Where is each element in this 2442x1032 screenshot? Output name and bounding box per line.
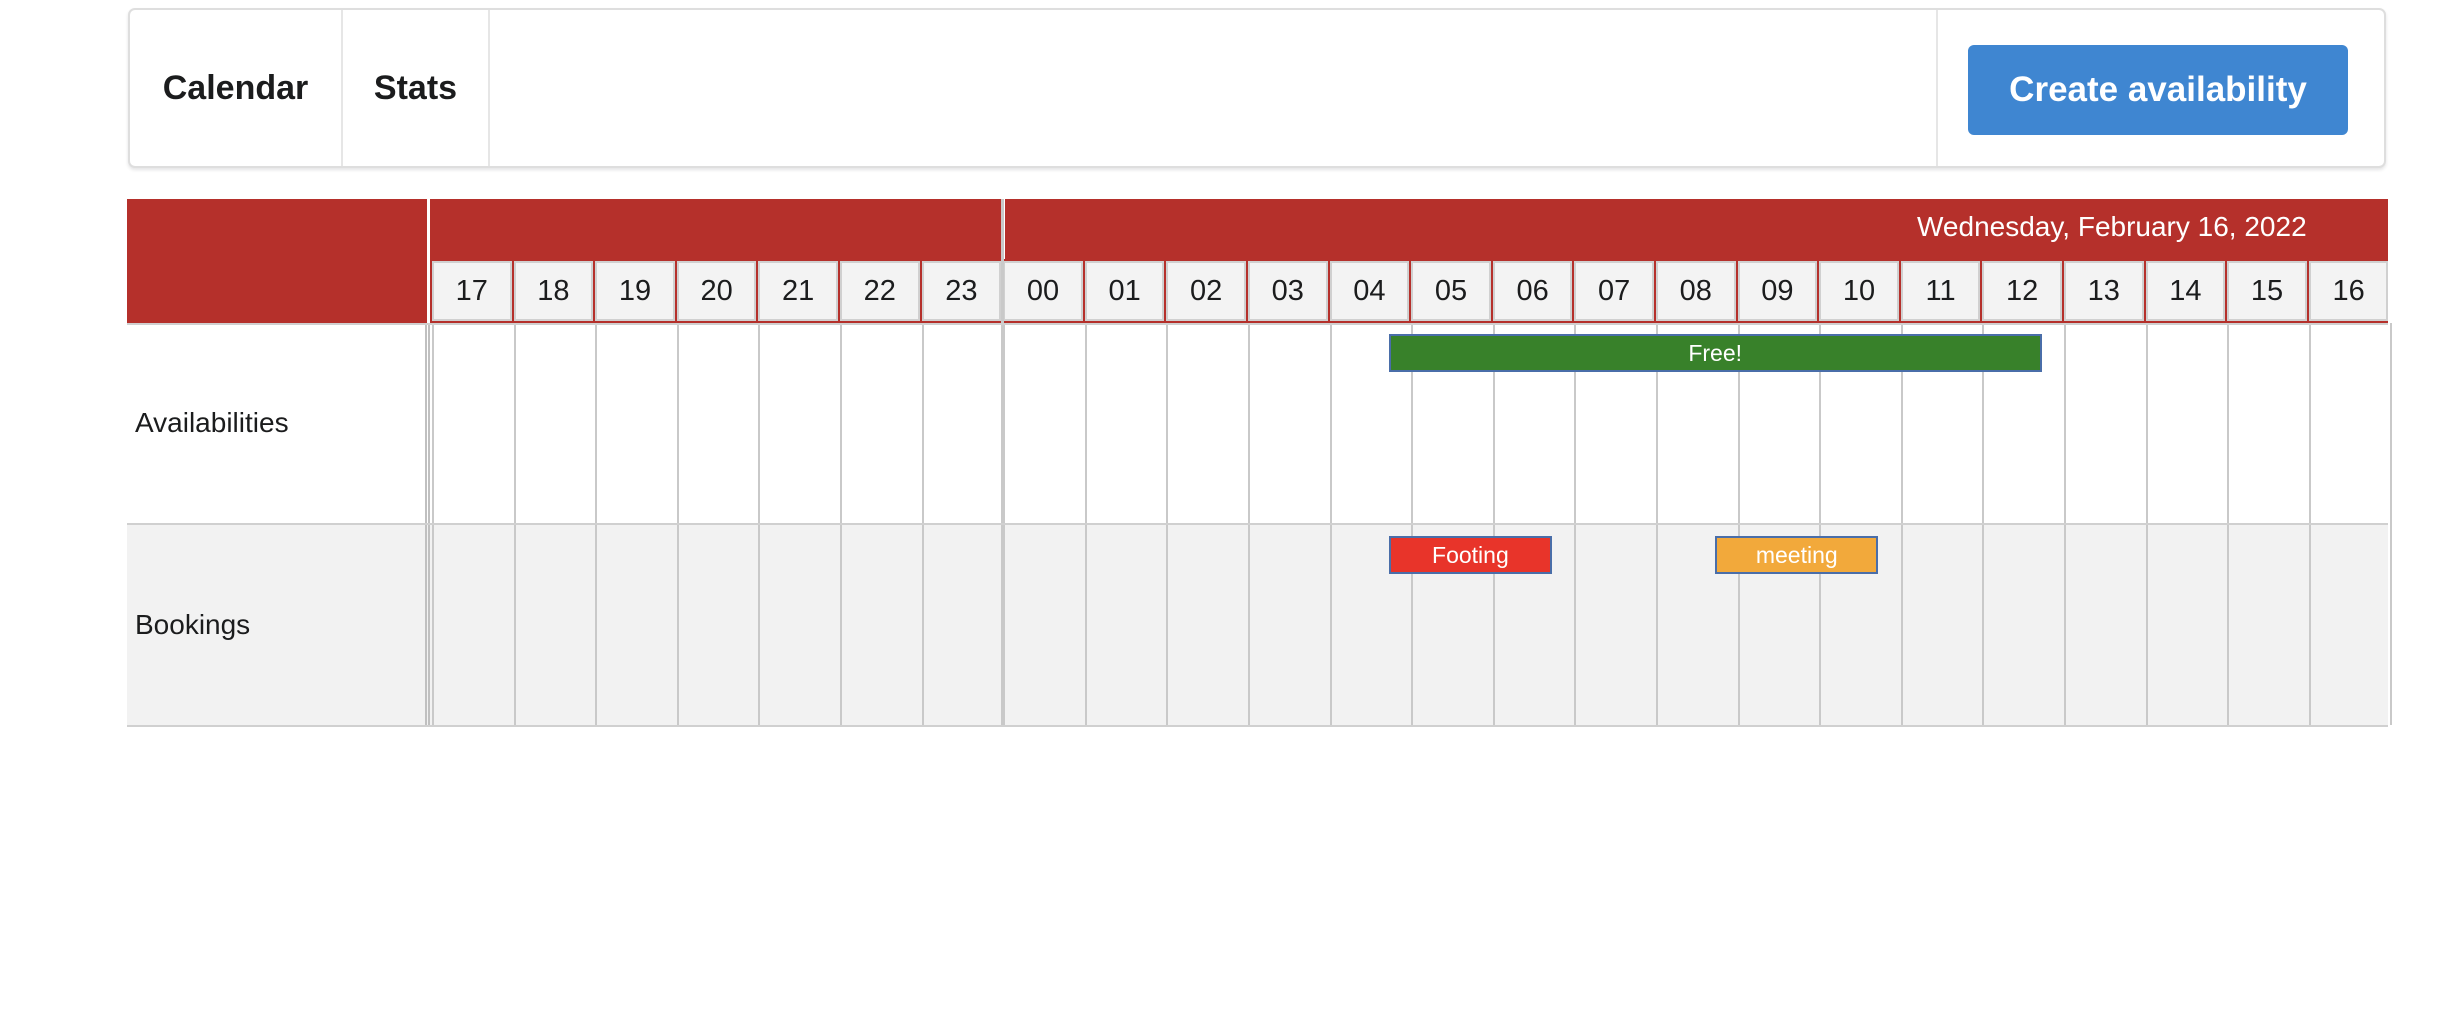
bookings-row	[127, 525, 2388, 725]
hour-header-19: 19	[595, 261, 675, 321]
hour-header-05: 05	[1411, 261, 1491, 321]
day-label: Wednesday, February 16, 2022	[1917, 211, 2307, 242]
hour-header-03: 03	[1248, 261, 1328, 321]
menu-item-stats[interactable]: Stats	[343, 10, 490, 166]
timeline: Wednesday, February 16, 2022 17 18 19 20 21 2…	[127, 199, 2393, 727]
create-availability-button[interactable]: Create availability	[1968, 45, 2348, 135]
hour-header-15: 15	[2227, 261, 2307, 321]
hour-header-11: 11	[1900, 261, 1981, 321]
menu-divider	[1936, 10, 1938, 166]
event-meeting[interactable]: meeting	[1715, 536, 1879, 574]
hour-header-23: 23	[921, 261, 1002, 321]
hour-header-06: 06	[1492, 261, 1573, 321]
hours-header-row: 17 18 19 20 21 22 23 00 01 02 03 04 05 06 07 08 09 10 11 12…	[430, 259, 2389, 323]
hour-header-13: 13	[2064, 261, 2144, 321]
hour-header-07: 07	[1574, 261, 1654, 321]
hour-header-02: 02	[1166, 261, 1246, 321]
top-menu: Calendar Stats Create availability	[128, 8, 2386, 168]
row-divider	[127, 725, 2388, 727]
day-band-previous	[430, 199, 1002, 259]
hour-header-00: 00	[1003, 261, 1083, 321]
row-label-bookings: Bookings	[135, 609, 251, 640]
hour-header-21: 21	[758, 261, 838, 321]
event-footing[interactable]: Footing	[1388, 536, 1552, 574]
timeline-corner-header	[127, 199, 427, 323]
row-label-availabilities: Availabilities	[135, 407, 289, 438]
availabilities-row	[127, 323, 2388, 523]
day-band-current: Wednesday, February 16, 2022	[1005, 199, 2388, 259]
menu-item-calendar[interactable]: Calendar	[130, 10, 343, 166]
hour-header-20: 20	[676, 261, 757, 321]
hour-header-08: 08	[1656, 261, 1736, 321]
hour-header-16: 16	[2308, 261, 2389, 321]
hour-header-09: 09	[1737, 261, 1818, 321]
row-divider	[127, 523, 2388, 525]
day-boundary-line	[1001, 199, 1005, 725]
grid-line	[2390, 323, 2393, 725]
hour-header-01: 01	[1084, 261, 1165, 321]
hour-header-14: 14	[2145, 261, 2226, 321]
hour-header-22: 22	[840, 261, 920, 321]
hour-header-18: 18	[513, 261, 594, 321]
hour-header-12: 12	[1982, 261, 2062, 321]
hour-header-04: 04	[1329, 261, 1410, 321]
hour-header-10: 10	[1819, 261, 1899, 321]
event-free[interactable]: Free!	[1388, 334, 2042, 372]
hour-header-17: 17	[432, 261, 512, 321]
row-divider	[127, 323, 2388, 325]
